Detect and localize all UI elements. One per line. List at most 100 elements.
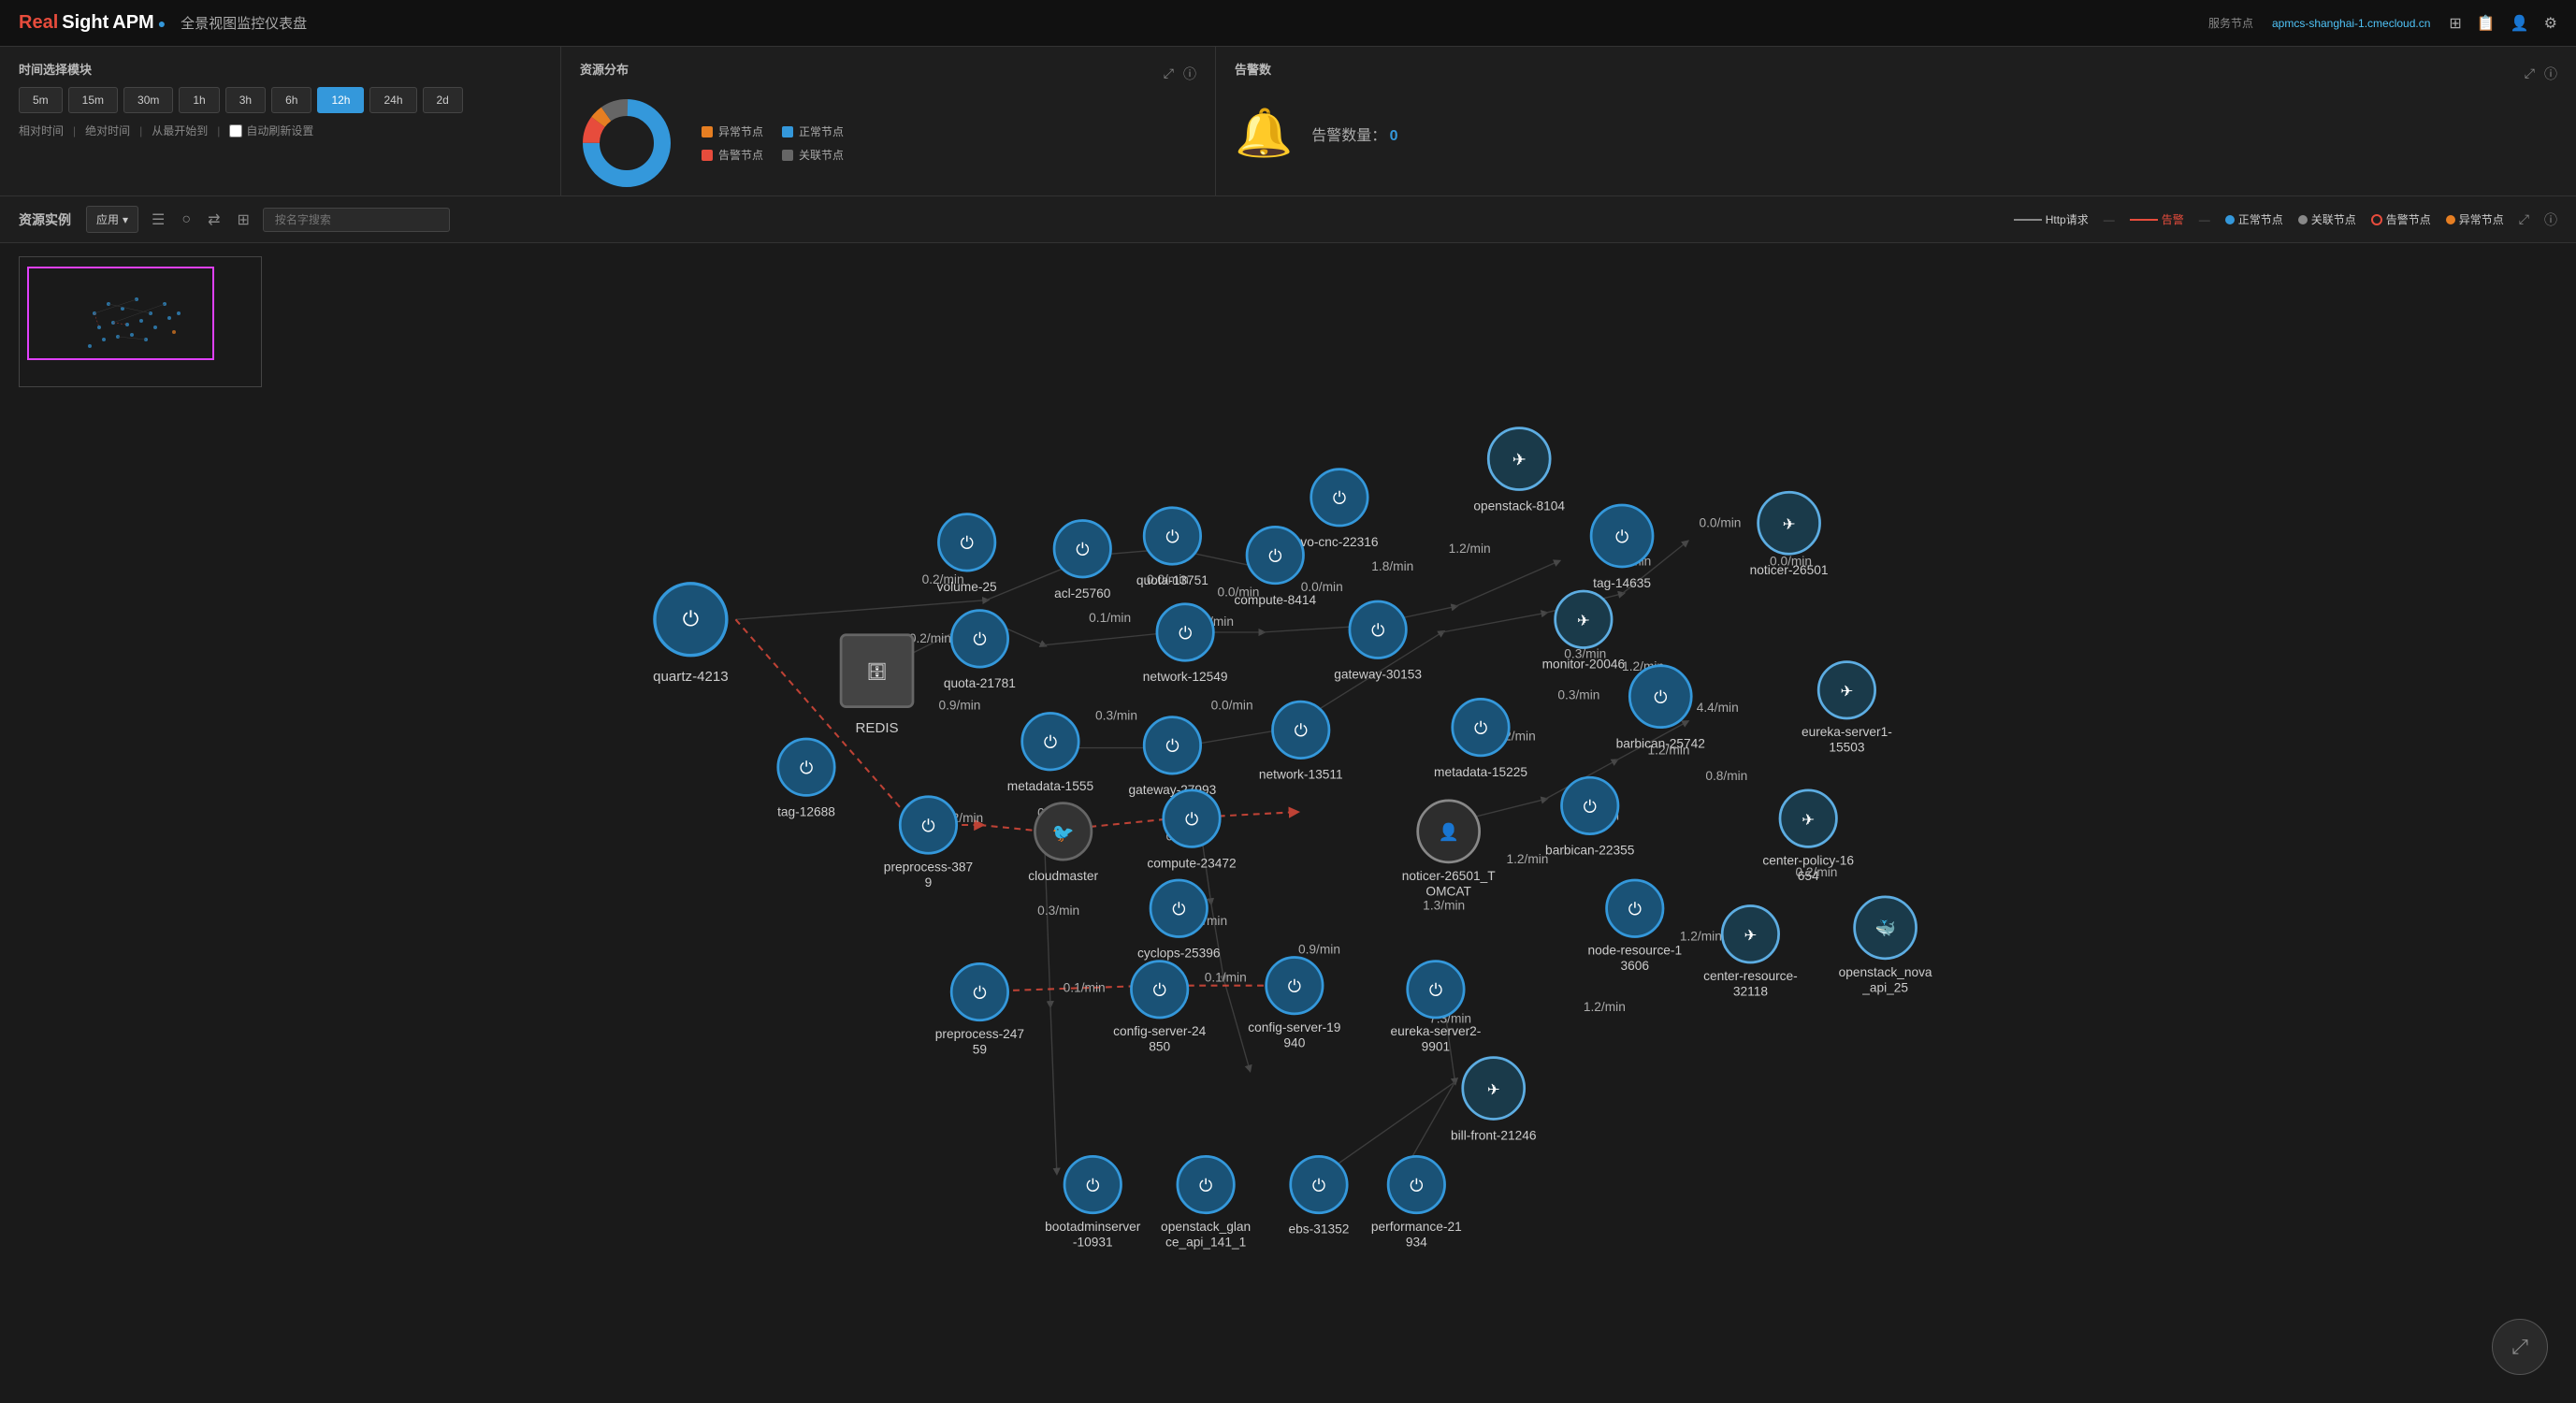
node-openstack-8104[interactable]: ✈ openstack-8104 (1473, 428, 1565, 513)
brand-dot[interactable]: ● (158, 16, 166, 31)
svg-text:ebs-31352: ebs-31352 (1289, 1222, 1350, 1237)
monitor-icon[interactable]: ⊞ (2449, 14, 2461, 33)
nav-left: RealSight APM ● 全景视图监控仪表盘 (19, 12, 307, 34)
resource-expand-btn[interactable]: ⤢ (1164, 65, 1174, 83)
node-gateway-30153[interactable]: ⏻ gateway-30153 (1334, 601, 1422, 681)
time-from-start[interactable]: 从最开始到 (152, 123, 208, 138)
legend-normal-dot-label: 正常节点 (2238, 211, 2283, 227)
time-6h[interactable]: 6h (271, 87, 311, 113)
svg-text:⏻: ⏻ (1185, 810, 1198, 829)
settings-icon[interactable]: ⚙ (2544, 14, 2557, 33)
time-30m[interactable]: 30m (123, 87, 173, 113)
node-redis[interactable]: 🗄 REDIS (841, 635, 913, 736)
svg-text:⏻: ⏻ (1333, 489, 1346, 508)
nav-right: 服务节点 apmcs-shanghai-1.cmecloud.cn ⊞ 📋 👤 … (2208, 14, 2557, 33)
alert-content: 🔔 告警数量： 0 (1235, 106, 2557, 161)
node-node-resource[interactable]: ⏻ node-resource-1 3606 (1587, 880, 1682, 973)
svg-text:940: 940 (1283, 1036, 1305, 1050)
svg-text:⏻: ⏻ (1153, 981, 1166, 1000)
user-icon[interactable]: 👤 (2511, 14, 2529, 33)
svg-text:4.4/min: 4.4/min (1697, 701, 1739, 715)
node-metadata-1555[interactable]: ⏻ metadata-1555 (1007, 714, 1094, 793)
svg-text:center-policy-16: center-policy-16 (1762, 854, 1854, 868)
svg-text:3606: 3606 (1621, 959, 1650, 973)
circle-view-btn[interactable]: ○ (178, 208, 195, 232)
alert-count-label: 告警数量： (1311, 128, 1386, 144)
time-relative[interactable]: 相对时间 (19, 123, 64, 138)
svg-text:tag-12688: tag-12688 (777, 804, 835, 818)
alert-expand-btn[interactable]: ⤢ (2525, 65, 2535, 83)
grid-view-btn[interactable]: ⊞ (233, 207, 253, 233)
main-graph-svg[interactable]: 0.2/min 0.1/min 0.0/min 0.0/min 0.0/min … (0, 247, 2576, 1403)
instances-info-btn[interactable]: ⓘ (2544, 210, 2557, 229)
auto-refresh-checkbox[interactable] (229, 124, 242, 137)
time-absolute[interactable]: 绝对时间 (85, 123, 130, 138)
node-volume-25[interactable]: ⏻ volume-25 (937, 514, 997, 594)
svg-text:cyclops-25396: cyclops-25396 (1137, 946, 1221, 960)
node-center-policy[interactable]: ✈ center-policy-16 654 (1762, 790, 1854, 883)
svg-text:⏻: ⏻ (1086, 1176, 1099, 1194)
time-1h[interactable]: 1h (179, 87, 219, 113)
time-2d[interactable]: 2d (423, 87, 463, 113)
node-quota-13751[interactable]: ⏻ quota-13751 (1136, 508, 1208, 587)
node-acl-25760[interactable]: ⏻ acl-25760 (1054, 521, 1111, 600)
time-15m[interactable]: 15m (68, 87, 118, 113)
instances-toolbar: 应用 ▾ ☰ ○ ⇄ ⊞ (86, 206, 450, 233)
docs-icon[interactable]: 📋 (2477, 14, 2496, 33)
brand-apm: APM (112, 12, 153, 34)
svg-text:OMCAT: OMCAT (1425, 885, 1471, 899)
alert-line (2130, 219, 2158, 221)
legend-related-dot-label: 关联节点 (2311, 211, 2356, 227)
node-performance[interactable]: ⏻ performance-21 934 (1371, 1156, 1462, 1249)
node-openstack-nova[interactable]: 🐳 openstack_nova _api_25 (1839, 897, 1932, 995)
node-eureka-server1[interactable]: ✈ eureka-server1- 15503 (1802, 662, 1892, 755)
node-gateway-27993[interactable]: ⏻ gateway-27993 (1128, 717, 1216, 797)
svg-text:tag-14635: tag-14635 (1593, 576, 1651, 590)
node-cloudmaster[interactable]: 🐦 cloudmaster (1028, 803, 1098, 883)
node-compute-23472[interactable]: ⏻ compute-23472 (1147, 790, 1236, 870)
time-5m[interactable]: 5m (19, 87, 63, 113)
svg-text:0.9/min: 0.9/min (938, 698, 980, 712)
svg-text:✈: ✈ (1577, 613, 1590, 629)
node-eureka-server2[interactable]: ⏻ eureka-server2- 9901 (1391, 962, 1482, 1054)
node-quartz-4213[interactable]: ⏻ quartz-4213 (653, 584, 729, 685)
svg-text:⏻: ⏻ (1312, 1176, 1325, 1194)
instances-expand-btn[interactable]: ⤢ (2519, 211, 2529, 227)
alert-info-btn[interactable]: ⓘ (2544, 65, 2557, 83)
abnormal-dot-icon (2446, 215, 2455, 224)
search-input[interactable] (263, 208, 450, 232)
node-config-server-19940[interactable]: ⏻ config-server-19 940 (1248, 957, 1340, 1049)
graph-area[interactable]: 0.2/min 0.1/min 0.0/min 0.0/min 0.0/min … (0, 247, 2576, 1403)
node-quota-21781[interactable]: ⏻ quota-21781 (944, 611, 1016, 690)
time-3h[interactable]: 3h (225, 87, 266, 113)
time-12h[interactable]: 12h (317, 87, 364, 113)
svg-text:config-server-19: config-server-19 (1248, 1020, 1340, 1034)
node-tag-14635[interactable]: ⏻ tag-14635 (1591, 505, 1653, 590)
node-barbican-22355[interactable]: ⏻ barbican-22355 (1545, 777, 1635, 857)
node-bootadminserver[interactable]: ⏻ bootadminserver -10931 (1045, 1156, 1141, 1249)
resource-legend: 异常节点 正常节点 告警节点 关联节点 (702, 123, 844, 163)
node-barbican-25742[interactable]: ⏻ barbican-25742 (1616, 666, 1705, 751)
node-network-13511[interactable]: ⏻ network-13511 (1259, 702, 1343, 781)
node-bill-front[interactable]: ✈ bill-front-21246 (1451, 1058, 1537, 1143)
node-preprocess-24759[interactable]: ⏻ preprocess-247 59 (935, 963, 1024, 1056)
share-button[interactable]: ⤢ (2492, 1319, 2548, 1375)
node-center-resource[interactable]: ✈ center-resource- 32118 (1703, 906, 1798, 999)
app-dropdown[interactable]: 应用 ▾ (86, 206, 138, 233)
svg-text:eureka-server2-: eureka-server2- (1391, 1024, 1482, 1038)
node-config-server-24850[interactable]: ⏻ config-server-24 850 (1113, 962, 1206, 1054)
node-vo-cnc[interactable]: ⏻ vo-cnc-22316 (1300, 470, 1378, 549)
node-ebs-31352[interactable]: ⏻ ebs-31352 (1289, 1156, 1350, 1236)
shuffle-btn[interactable]: ⇄ (204, 207, 224, 233)
svg-text:59: 59 (973, 1042, 987, 1056)
list-view-btn[interactable]: ☰ (148, 207, 168, 233)
node-noticer-26501[interactable]: ✈ noticer-26501 (1750, 492, 1829, 577)
node-tag-12688[interactable]: ⏻ tag-12688 (777, 739, 835, 818)
resource-panel-actions: ⤢ ⓘ (1164, 65, 1196, 83)
time-24h[interactable]: 24h (369, 87, 416, 113)
svg-text:openstack_nova: openstack_nova (1839, 965, 1932, 979)
node-monitor-20046[interactable]: ✈ monitor-20046 (1542, 591, 1626, 671)
resource-info-btn[interactable]: ⓘ (1183, 65, 1196, 83)
related-dot-icon (2298, 215, 2308, 224)
node-openstack-glance[interactable]: ⏻ openstack_glan ce_api_141_1 (1161, 1156, 1251, 1249)
